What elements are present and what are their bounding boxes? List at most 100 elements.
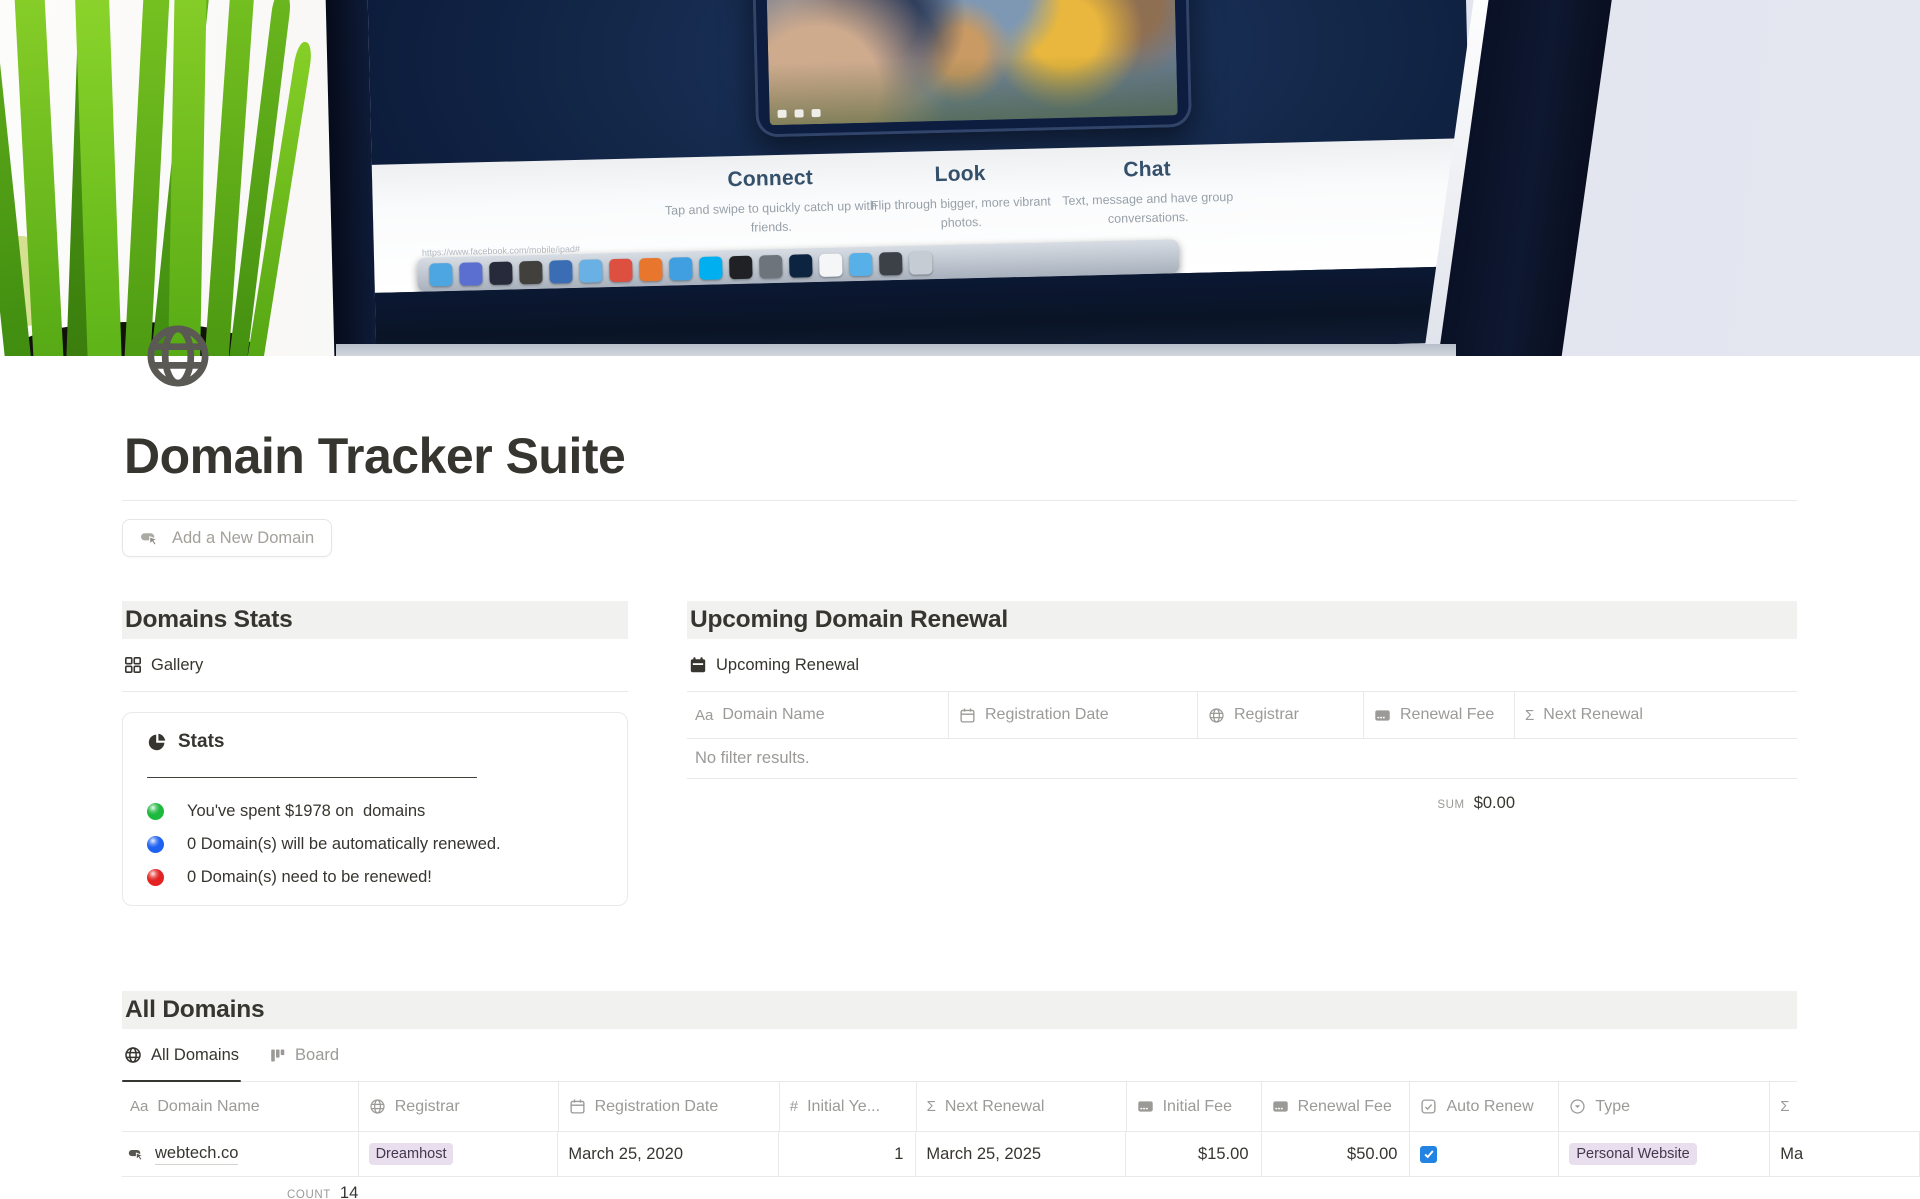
tab-gallery[interactable]: Gallery <box>122 639 205 691</box>
chrome-icon <box>609 258 633 282</box>
col-auto-renew[interactable]: Auto Renew <box>1410 1082 1559 1131</box>
text-icon: Aa <box>695 707 713 724</box>
text-icon: Aa <box>130 1098 148 1115</box>
title-divider <box>122 500 1797 501</box>
page-icon-globe[interactable] <box>143 321 213 391</box>
stat-item-need-renew: 0 Domain(s) need to be renewed! <box>147 868 603 887</box>
tab-all-domains-label: All Domains <box>151 1046 239 1065</box>
col-registration-date[interactable]: Registration Date <box>949 692 1198 738</box>
auto-renew-checkbox[interactable] <box>1420 1146 1437 1163</box>
cell-initial-fee[interactable]: $15.00 <box>1126 1132 1261 1176</box>
finder-icon <box>429 262 453 286</box>
plant-photo <box>0 0 310 356</box>
hash-icon: # <box>790 1098 798 1115</box>
tab-board[interactable]: Board <box>267 1029 341 1081</box>
stat-need-renew-text: 0 Domain(s) need to be renewed! <box>187 868 432 887</box>
col-next-renewal[interactable]: Σ Next Renewal <box>1515 692 1797 738</box>
calendar-icon <box>569 1098 586 1115</box>
sigma-icon: Σ <box>1525 707 1534 724</box>
board-view-icon <box>269 1047 286 1064</box>
all-domains-table: Aa Domain Name Registrar <box>122 1082 1920 1177</box>
stats-card[interactable]: Stats You've spent $1978 on domains 0 Do… <box>122 712 628 906</box>
stat-auto-renew-text: 0 Domain(s) will be automatically renewe… <box>187 835 501 854</box>
col-initial-years[interactable]: # Initial Ye... <box>780 1082 917 1131</box>
stat-item-auto-renew: 0 Domain(s) will be automatically renewe… <box>147 835 603 854</box>
col-registration-date[interactable]: Registration Date <box>559 1082 780 1131</box>
type-tag: Personal Website <box>1569 1143 1696 1165</box>
sum-aggregate[interactable]: SUM $0.00 <box>687 779 1797 813</box>
monitor-screen: Connect Tap and swipe to quickly catch u… <box>368 0 1475 356</box>
cell-auto-renew[interactable] <box>1410 1132 1559 1176</box>
cell-initial-years[interactable]: 1 <box>779 1132 916 1176</box>
safari-icon <box>669 257 693 281</box>
stats-divider-line <box>147 777 477 778</box>
promo-chat: Chat Text, message and have group conver… <box>1032 155 1264 230</box>
col-next-renewal[interactable]: Σ Next Renewal <box>917 1082 1127 1131</box>
trash-icon <box>909 251 933 275</box>
col-formula-truncated[interactable]: Σ <box>1770 1082 1920 1131</box>
tab-upcoming-renewal[interactable]: Upcoming Renewal <box>687 639 861 691</box>
ipad-photo <box>766 0 1178 125</box>
domains-stats-section: Domains Stats Gallery <box>122 601 628 906</box>
eclipse-icon <box>489 261 513 285</box>
desk-surface <box>336 344 1456 356</box>
col-type[interactable]: Type <box>1559 1082 1770 1131</box>
click-cursor-icon <box>128 1146 146 1163</box>
no-filter-results-text: No filter results. <box>687 739 1797 779</box>
sum-label: SUM <box>1437 799 1464 811</box>
tab-gallery-label: Gallery <box>151 656 203 675</box>
pie-chart-icon <box>147 732 167 752</box>
green-dot-icon <box>147 803 164 820</box>
cell-registration-date[interactable]: March 25, 2020 <box>558 1132 779 1176</box>
promo-chat-desc: Text, message and have group conversatio… <box>1033 187 1264 230</box>
checkbox-outline-icon <box>1420 1098 1437 1115</box>
domains-stats-heading: Domains Stats <box>122 601 628 639</box>
col-registrar[interactable]: Registrar <box>1198 692 1364 738</box>
ipad-ui-icons <box>777 109 820 118</box>
settings-icon <box>759 254 783 278</box>
all-domains-table-header: Aa Domain Name Registrar <box>122 1082 1920 1132</box>
stats-card-title: Stats <box>178 731 224 753</box>
tab-upcoming-renewal-label: Upcoming Renewal <box>716 656 859 675</box>
registrar-tag: Dreamhost <box>369 1143 454 1165</box>
count-label: COUNT <box>287 1189 331 1199</box>
calendar-icon <box>959 707 976 724</box>
maven-icon <box>549 260 573 284</box>
cloud-app-icon <box>579 259 603 283</box>
cell-registrar[interactable]: Dreamhost <box>359 1132 559 1176</box>
upcoming-renewal-heading: Upcoming Domain Renewal <box>687 601 1797 639</box>
click-cursor-icon <box>140 529 161 548</box>
launcher-icon <box>459 262 483 286</box>
promo-chat-title: Chat <box>1032 155 1263 185</box>
blue-dot-icon <box>147 836 164 853</box>
cell-next-renewal[interactable]: March 25, 2025 <box>916 1132 1126 1176</box>
tab-all-domains[interactable]: All Domains <box>122 1029 241 1081</box>
count-aggregate[interactable]: COUNT 14 <box>122 1184 1797 1199</box>
terminal-icon <box>729 255 753 279</box>
skype-icon <box>699 256 723 280</box>
stat-spent-text: You've spent $1978 on domains <box>187 802 425 821</box>
upcoming-table-header: Aa Domain Name Registration Date <box>687 692 1797 739</box>
col-initial-fee[interactable]: Initial Fee <box>1127 1082 1262 1131</box>
add-new-domain-label: Add a New Domain <box>172 529 314 548</box>
upcoming-renewal-section: Upcoming Domain Renewal Upcoming Renewal <box>687 601 1797 906</box>
photoshop-icon <box>789 254 813 278</box>
col-registrar[interactable]: Registrar <box>359 1082 559 1131</box>
count-value: 14 <box>340 1184 358 1199</box>
cell-type[interactable]: Personal Website <box>1559 1132 1770 1176</box>
calendar-view-icon <box>689 656 707 674</box>
col-renewal-fee[interactable]: Renewal Fee <box>1262 1082 1411 1131</box>
cell-formula-truncated[interactable]: Ma <box>1770 1132 1920 1176</box>
col-domain-name[interactable]: Aa Domain Name <box>687 692 949 738</box>
cell-domain-name[interactable]: webtech.co <box>122 1132 359 1176</box>
add-new-domain-button[interactable]: Add a New Domain <box>122 519 332 557</box>
globe-icon <box>369 1098 386 1115</box>
page-title: Domain Tracker Suite <box>122 426 1797 486</box>
globe-view-icon <box>124 1046 142 1064</box>
domain-link[interactable]: webtech.co <box>155 1144 238 1165</box>
all-domains-section: All Domains All Domains Board <box>122 991 1797 1199</box>
col-domain-name[interactable]: Aa Domain Name <box>122 1082 359 1131</box>
cell-renewal-fee[interactable]: $50.00 <box>1262 1132 1411 1176</box>
col-renewal-fee[interactable]: Renewal Fee <box>1364 692 1515 738</box>
firefox-icon <box>639 257 663 281</box>
